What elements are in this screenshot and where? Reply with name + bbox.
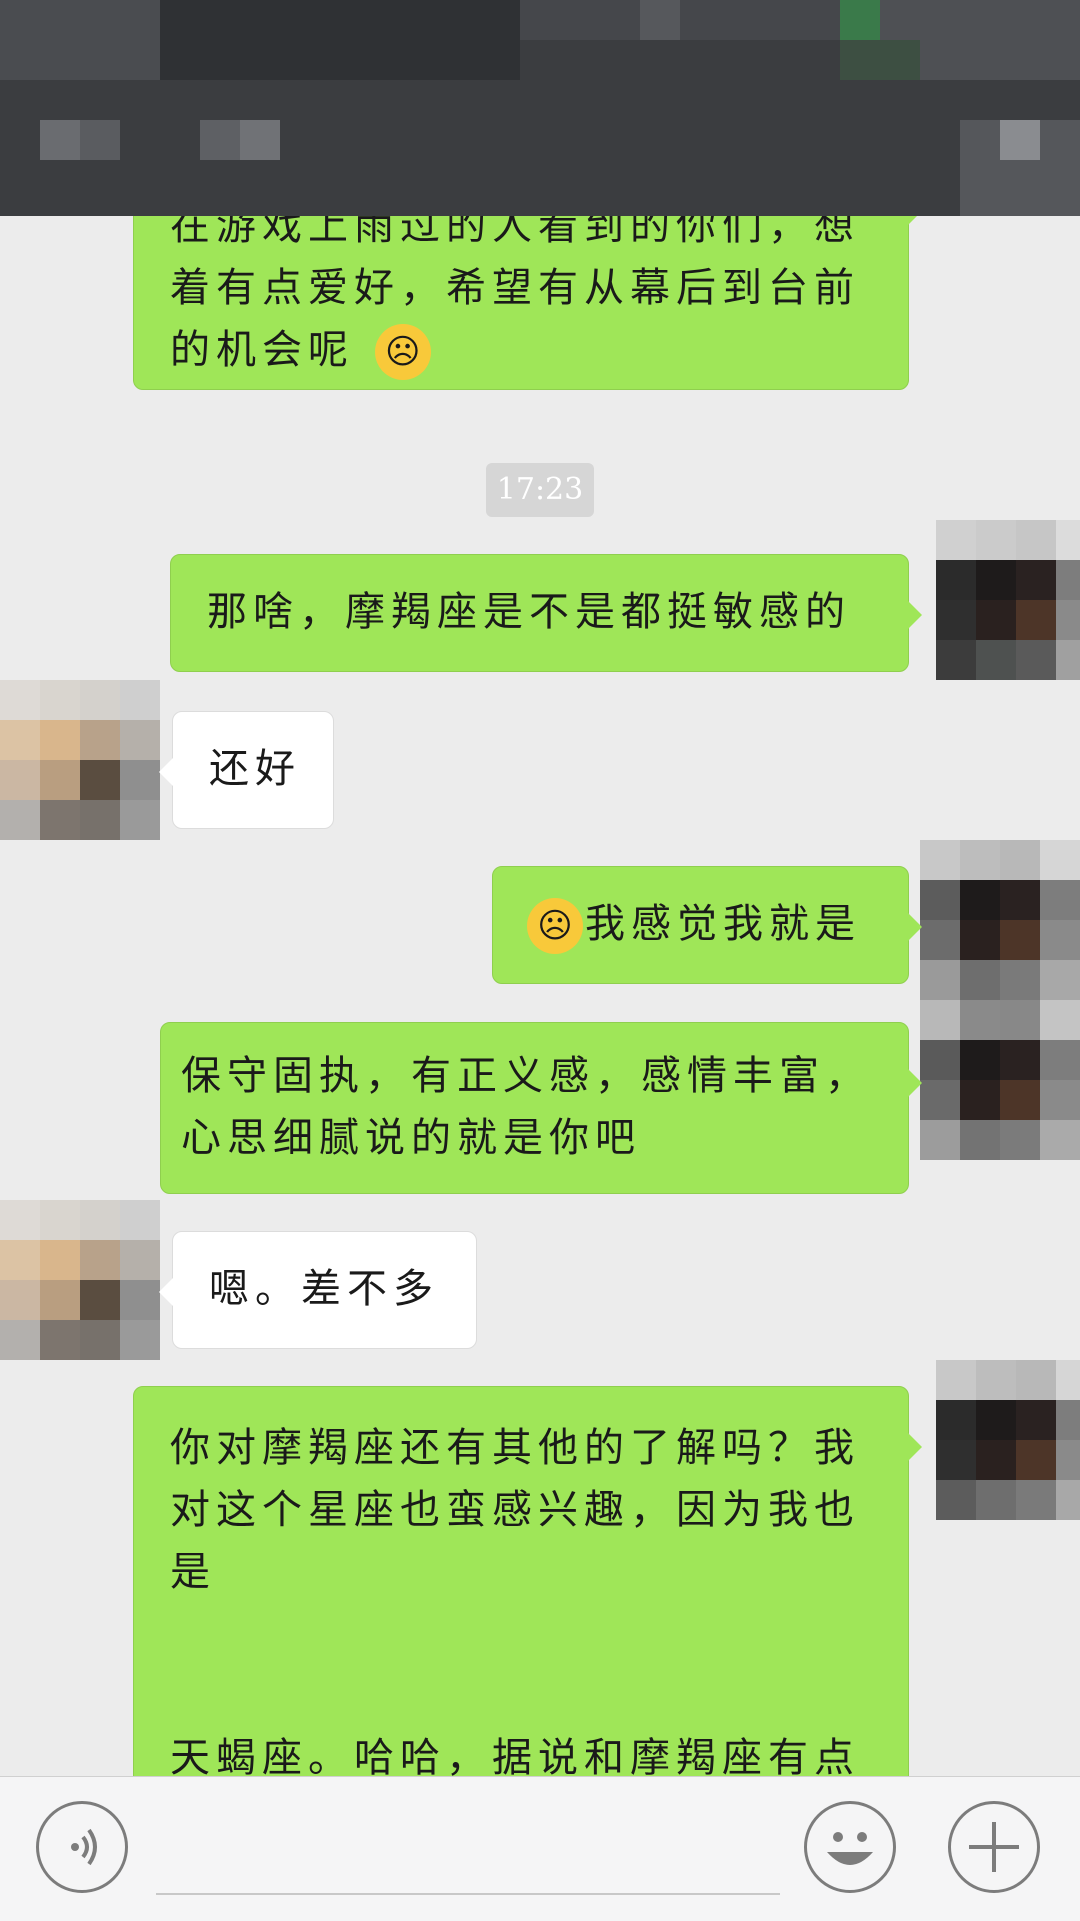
voice-icon: [71, 1828, 97, 1866]
message-bubble-sent[interactable]: 保守固执，有正义感，感情丰富，心思细腻说的就是你吧: [160, 1022, 922, 1194]
timestamp: 17:23: [486, 463, 594, 517]
plus-icon: [969, 1822, 1019, 1872]
avatar-self[interactable]: [936, 1360, 1080, 1520]
message-text: 你对摩羯座还有其他的了解吗？我对这个星座也蛮感兴趣，因为我也是: [170, 1425, 860, 1595]
avatar-contact[interactable]: [0, 680, 160, 840]
facepalm-emoji: ☹: [374, 324, 431, 380]
avatar-contact[interactable]: [0, 1200, 160, 1360]
message-bubble-sent[interactable]: 那啥，摩羯座是不是都挺敏感的: [170, 554, 922, 672]
chat-area[interactable]: 在游戏上雨过的人看到的你们，想着有点爱好，希望有从幕后到台前的机会呢 ☹ 17:…: [0, 0, 1080, 1776]
avatar-self[interactable]: [936, 520, 1080, 680]
smiley-icon: [827, 1832, 873, 1865]
input-bar: [0, 1776, 1080, 1921]
message-bubble-sent[interactable]: ☹ 我感觉我就是: [492, 866, 922, 984]
emoji-button[interactable]: [804, 1801, 896, 1893]
message-input[interactable]: [156, 1893, 780, 1895]
message-text: 那啥，摩羯座是不是都挺敏感的: [207, 589, 851, 635]
more-button[interactable]: [948, 1801, 1040, 1893]
message-bubble-sent[interactable]: 你对摩羯座还有其他的了解吗？我对这个星座也蛮感兴趣，因为我也是 天蝎座。哈哈，据…: [133, 1386, 922, 1776]
message-bubble-received[interactable]: 还好: [159, 711, 334, 829]
message-text: 嗯。差不多: [209, 1266, 439, 1312]
message-text: 保守固执，有正义感，感情丰富，心思细腻说的就是你吧: [181, 1053, 871, 1161]
message-text: 还好: [209, 746, 301, 792]
message-bubble-received[interactable]: 嗯。差不多: [159, 1231, 477, 1349]
message-text: 天蝎座。哈哈，据说和摩羯座有点: [170, 1735, 860, 1776]
avatar-self[interactable]: [920, 840, 1080, 1160]
header-bar: [0, 0, 1080, 216]
facepalm-emoji: ☹: [527, 898, 583, 954]
message-text: 在游戏上雨过的人看到的你们，想着有点爱好，希望有从幕后到台前的机会呢: [170, 203, 860, 373]
voice-button[interactable]: [36, 1801, 128, 1893]
message-text: 我感觉我就是: [585, 901, 861, 947]
